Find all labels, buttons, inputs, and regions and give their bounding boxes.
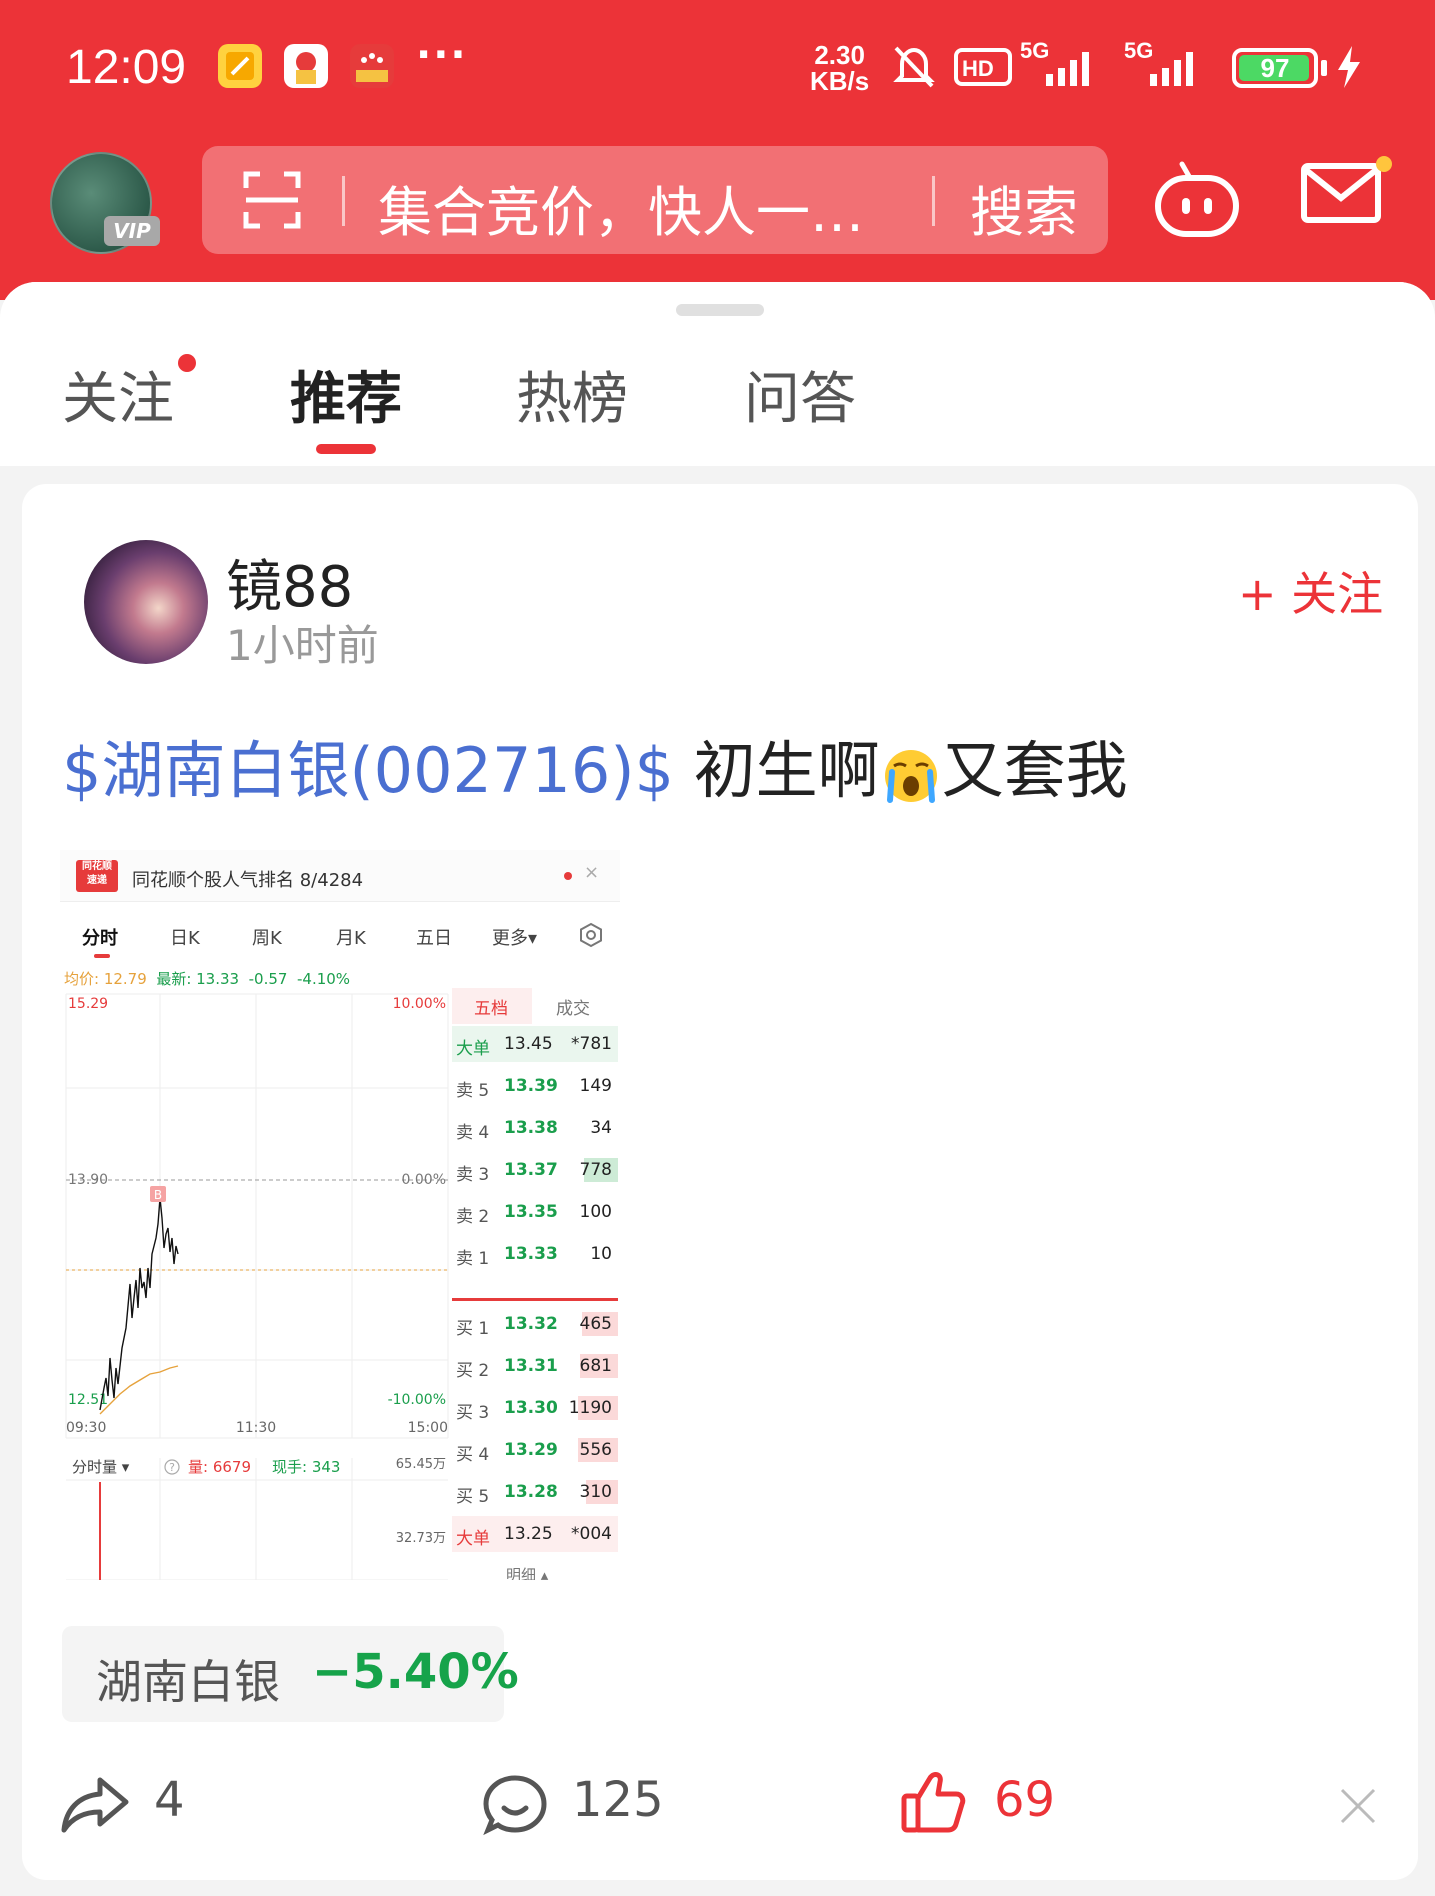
x-label-mid: 11:30 (236, 1420, 276, 1436)
orderbook-row: 买 4 13.29 556 (452, 1432, 618, 1468)
follow-button[interactable]: + 关注 (1238, 558, 1383, 624)
vol-hand: 现手: 343 (272, 1458, 340, 1476)
author-avatar[interactable] (84, 540, 208, 664)
top-header: 12:09 ··· 2.30 KB/s HD 5G 5G 97 VIP 集合竞价… (0, 0, 1435, 300)
orderbook-row: 大单 13.25 *004 (452, 1516, 618, 1552)
stock-app-icon (350, 44, 394, 88)
network-speed: 2.30 KB/s (810, 40, 870, 96)
orderbook-row: 买 5 13.28 310 (452, 1474, 618, 1510)
robot-assistant-icon[interactable] (1152, 160, 1242, 240)
orderbook-row: 卖 2 13.35 100 (456, 1202, 612, 1227)
orderbook-row: 买 1 13.32 465 (452, 1306, 618, 1342)
active-tab-indicator (316, 444, 376, 454)
sheet-grabber[interactable] (676, 304, 764, 316)
tab-bar: 关注 推荐 热榜 问答 (0, 282, 1435, 466)
search-button[interactable]: 搜索 (970, 168, 1078, 247)
stock-link[interactable]: $湖南白银(002716)$ (62, 734, 674, 807)
orderbook-tab-five: 五档 (474, 999, 508, 1019)
thumbs-up-icon[interactable] (900, 1770, 966, 1834)
svg-text:HD: HD (962, 56, 994, 81)
orderbook-row: 买 3 13.30 1190 (452, 1390, 618, 1426)
notes-app-icon (218, 44, 262, 88)
orderbook-row: 卖 5 13.39 149 (456, 1076, 612, 1101)
orderbook-row: 卖 1 13.33 10 (456, 1244, 612, 1269)
price-info: 均价: 12.79 最新: 13.33 -0.57 -4.10% (64, 970, 351, 988)
vol-top: 65.45万 (396, 1457, 446, 1472)
intraday-chart: 15.29 13.90 12.51 10.00% 0.00% -10.00% 0… (65, 993, 449, 1580)
vol-selector: 分时量 ▾ (72, 1458, 130, 1476)
mail-notification-dot (1376, 156, 1392, 172)
tab-qa[interactable]: 问答 (744, 354, 856, 435)
mascot-app-icon (284, 44, 328, 88)
settings-hex-icon (580, 922, 602, 948)
charging-bolt-icon (1338, 46, 1360, 88)
author-name[interactable]: 镜88 (226, 542, 353, 623)
close-icon: × (584, 862, 600, 883)
stock-chip-change: −5.40% (312, 1644, 519, 1700)
image-tab: 日K (170, 928, 200, 949)
pct-label-mid: 0.00% (402, 1172, 446, 1188)
image-tab: 五日 (416, 928, 452, 949)
post-image[interactable]: 同花顺 速递 同花顺个股人气排名 8/4284 × 分时 日K 周K 月K 五日 … (60, 850, 620, 1580)
post-text: $湖南白银(002716)$ 初生啊 又套我 (62, 734, 1128, 807)
image-tab: 月K (336, 928, 366, 949)
vol-amount: 量: 6679 (188, 1458, 251, 1476)
image-title: 同花顺个股人气排名 8/4284 (132, 870, 364, 891)
tab-hot[interactable]: 热榜 (516, 354, 628, 435)
more-notifications-icon: ··· (416, 32, 468, 78)
image-tab: 周K (252, 928, 282, 949)
tab-follow-dot (178, 354, 196, 372)
y-label-mid: 13.90 (68, 1172, 108, 1188)
order-book: 五档 成交 大单 13.45 *781 卖 5 13.39 149 卖 4 13.38 34 卖 … (452, 988, 618, 1580)
post-card[interactable]: 镜88 1小时前 + 关注 $湖南白银(002716)$ 初生啊 又套我 同花顺… (22, 484, 1418, 1880)
like-count[interactable]: 69 (994, 1772, 1055, 1828)
battery-icon: 97 (1232, 48, 1318, 88)
search-input[interactable]: 集合竞价，快人一… (378, 168, 864, 247)
orderbook-row: 买 2 13.31 681 (452, 1348, 618, 1384)
buy-marker: B (154, 1188, 162, 1202)
vip-badge: VIP (104, 216, 160, 246)
status-bar: 12:09 ··· 2.30 KB/s HD 5G 5G 97 (0, 30, 1435, 100)
y-label-top: 15.29 (68, 996, 108, 1012)
orderbook-row: 卖 3 13.37 778 (452, 1152, 618, 1188)
stock-chip[interactable]: 湖南白银 −5.40% (62, 1626, 519, 1722)
share-icon[interactable] (60, 1774, 130, 1834)
scan-icon[interactable] (242, 170, 302, 230)
stock-chip-name: 湖南白银 (96, 1655, 280, 1709)
comment-count[interactable]: 125 (572, 1772, 664, 1828)
search-bar[interactable]: 集合竞价，快人一… 搜索 (202, 146, 1108, 254)
image-tab: 分时 (82, 928, 118, 949)
tab-recommend[interactable]: 推荐 (290, 354, 402, 435)
vol-mid: 32.73万 (396, 1531, 446, 1546)
image-tab: 更多▾ (492, 928, 538, 949)
share-count[interactable]: 4 (154, 1772, 185, 1828)
svg-text:?: ? (169, 1461, 175, 1474)
pct-label-top: 10.00% (393, 996, 446, 1012)
mail-icon[interactable] (1300, 160, 1382, 226)
orderbook-tab-trades: 成交 (556, 999, 590, 1019)
orderbook-row: 大单 13.45 *781 (452, 1026, 618, 1062)
comment-icon[interactable] (482, 1774, 548, 1836)
silent-bell-icon (893, 46, 935, 88)
hd-icon: HD (954, 48, 1012, 86)
app-logo: 同花顺 速递 (76, 860, 118, 892)
crying-face-icon (884, 749, 937, 803)
status-time: 12:09 (66, 41, 187, 94)
orderbook-footer: 明细 ▴ (506, 1566, 549, 1580)
pct-label-bot: -10.00% (388, 1392, 446, 1408)
orderbook-row: 卖 4 13.38 34 (456, 1118, 612, 1143)
tab-follow[interactable]: 关注 (62, 354, 174, 435)
x-label-end: 15:00 (408, 1420, 448, 1436)
post-time: 1小时前 (226, 621, 379, 670)
price-line (99, 1197, 179, 1411)
dismiss-icon[interactable] (1336, 1784, 1380, 1828)
x-label-start: 09:30 (66, 1420, 106, 1436)
image-header: 同花顺 速递 同花顺个股人气排名 8/4284 × (60, 850, 620, 902)
